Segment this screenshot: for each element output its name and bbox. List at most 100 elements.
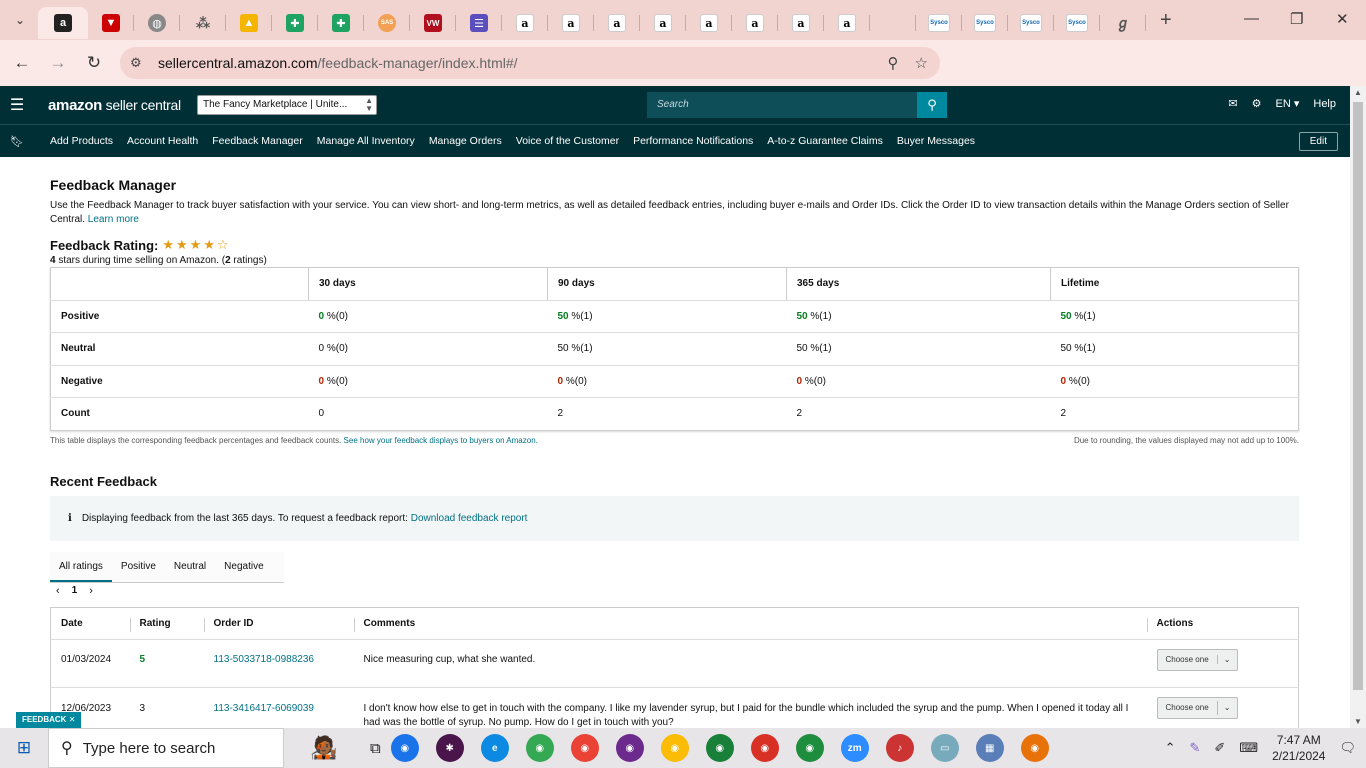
task-view-icon[interactable]: ⧉ xyxy=(370,740,381,757)
browser-tab[interactable]: ✚ xyxy=(318,7,364,39)
chrome-icon[interactable]: ◉ xyxy=(525,734,554,762)
browser-tab[interactable]: Sysco xyxy=(916,7,962,39)
tab-search-chevron-icon[interactable]: ⌄ xyxy=(6,6,34,34)
new-tab-icon[interactable]: + xyxy=(1160,9,1172,32)
tab-all-ratings[interactable]: All ratings xyxy=(50,551,112,582)
close-icon[interactable]: ✕ xyxy=(69,715,76,724)
nav-link-feedback-manager[interactable]: Feedback Manager xyxy=(212,135,302,147)
nav-link-voice-of-the-customer[interactable]: Voice of the Customer xyxy=(516,135,619,147)
feedback-widget-tab[interactable]: FEEDBACK ✕ xyxy=(16,712,82,728)
nav-link-manage-all-inventory[interactable]: Manage All Inventory xyxy=(317,135,415,147)
mail-icon[interactable]: ✉ xyxy=(1228,97,1237,110)
chrome-icon[interactable]: ◉ xyxy=(615,734,644,762)
browser-tab[interactable]: Sysco xyxy=(1008,7,1054,39)
browser-tab[interactable]: a xyxy=(502,7,548,39)
calculator-icon[interactable]: ▦ xyxy=(975,734,1004,762)
prev-page-icon[interactable]: ‹ xyxy=(56,585,60,597)
browser-tab[interactable]: a xyxy=(778,7,824,39)
taskbar-search-box[interactable]: ⚲ Type here to search xyxy=(48,728,284,768)
chrome-icon[interactable]: ◉ xyxy=(750,734,779,762)
tab-neutral[interactable]: Neutral xyxy=(165,551,215,582)
learn-more-link[interactable]: Learn more xyxy=(88,214,139,225)
browser-tab[interactable]: Sysco xyxy=(962,7,1008,39)
chrome-icon[interactable]: ◉ xyxy=(390,734,419,762)
url-bar[interactable]: ⚙ sellercentral.amazon.com/feedback-mana… xyxy=(120,47,940,79)
site-info-icon[interactable]: ⚙ xyxy=(130,55,152,71)
windows-start-icon[interactable]: ⊞ xyxy=(0,738,48,758)
edit-nav-button[interactable]: Edit xyxy=(1298,132,1338,151)
minimize-icon[interactable]: — xyxy=(1244,10,1259,27)
help-link[interactable]: Help xyxy=(1313,98,1336,110)
tray-chevron-icon[interactable]: ⌃ xyxy=(1165,740,1176,756)
browser-tab[interactable]: a xyxy=(732,7,778,39)
browser-tab[interactable]: a xyxy=(548,7,594,39)
search-input[interactable]: Search xyxy=(647,92,917,118)
tab-negative[interactable]: Negative xyxy=(215,551,272,582)
bookmark-icon[interactable]: 🔖︎ xyxy=(0,135,34,148)
slack-icon[interactable]: ✱ xyxy=(435,734,464,762)
scroll-down-icon[interactable]: ▼ xyxy=(1354,717,1362,726)
chrome-icon[interactable]: ◉ xyxy=(1020,734,1049,762)
browser-tab[interactable]: VW xyxy=(410,7,456,39)
current-page[interactable]: 1 xyxy=(72,585,78,596)
restore-icon[interactable]: ❐ xyxy=(1290,10,1303,28)
chrome-icon[interactable]: ◉ xyxy=(795,734,824,762)
browser-tab[interactable]: SAS xyxy=(364,7,410,39)
keyboard-icon[interactable]: ⌨ xyxy=(1239,740,1258,756)
actions-dropdown[interactable]: Choose one ⌄ xyxy=(1156,696,1238,719)
page-scrollbar[interactable]: ▲ ▼ xyxy=(1350,86,1366,728)
browser-tab[interactable] xyxy=(870,7,916,39)
chart-app-icon[interactable]: ♪ xyxy=(885,734,914,762)
zoom-icon[interactable]: zm xyxy=(840,734,869,762)
scroll-up-icon[interactable]: ▲ xyxy=(1354,88,1362,97)
notes-icon[interactable]: ▭ xyxy=(930,734,959,762)
chrome-icon[interactable]: ◉ xyxy=(660,734,689,762)
tab-positive[interactable]: Positive xyxy=(112,551,165,582)
zoom-icon[interactable]: ⚲ xyxy=(888,54,899,72)
url-text[interactable]: sellercentral.amazon.com/feedback-manage… xyxy=(158,55,518,71)
browser-tab[interactable]: ▼ xyxy=(88,7,134,39)
chrome-icon[interactable]: ◉ xyxy=(570,734,599,762)
hamburger-menu-icon[interactable]: ☰ xyxy=(0,95,34,115)
search-highlight-icon[interactable]: 🧑🏾‍🎤︎ xyxy=(284,728,364,768)
browser-tab[interactable]: ✚ xyxy=(272,7,318,39)
close-window-icon[interactable]: ✕ xyxy=(1336,10,1349,28)
search-button[interactable]: ⚲ xyxy=(917,92,947,118)
browser-tab[interactable]: ▲ xyxy=(226,7,272,39)
nav-link-account-health[interactable]: Account Health xyxy=(127,135,198,147)
edge-icon[interactable]: e xyxy=(480,734,509,762)
taskbar-clock[interactable]: 7:47 AM 2/21/2024 xyxy=(1272,732,1325,764)
bookmark-star-icon[interactable]: ☆ xyxy=(915,54,928,72)
nav-link-a-to-z-guarantee-claims[interactable]: A-to-z Guarantee Claims xyxy=(767,135,883,147)
pen-icon[interactable]: ✎ xyxy=(1190,740,1201,756)
chrome-icon[interactable]: ◉ xyxy=(705,734,734,762)
browser-tab[interactable]: Sysco xyxy=(1054,7,1100,39)
browser-tab[interactable]: a xyxy=(38,7,88,39)
order-id-link[interactable]: 113-3416417-6069039 xyxy=(214,703,314,714)
actions-dropdown[interactable]: Choose one ⌄ xyxy=(1156,648,1238,671)
browser-tab[interactable]: ⁂ xyxy=(180,7,226,39)
next-page-icon[interactable]: › xyxy=(89,585,93,597)
scrollbar-thumb[interactable] xyxy=(1353,102,1363,690)
order-id-link[interactable]: 113-5033718-0988236 xyxy=(214,654,314,665)
touch-keyboard-pen-icon[interactable]: ✐ xyxy=(1214,740,1225,756)
download-feedback-report-link[interactable]: Download feedback report xyxy=(411,513,528,524)
browser-tab[interactable]: ☰ xyxy=(456,7,502,39)
browser-tab[interactable]: ◍ xyxy=(134,7,180,39)
nav-link-performance-notifications[interactable]: Performance Notifications xyxy=(633,135,753,147)
browser-tab[interactable]: a xyxy=(594,7,640,39)
reload-icon[interactable]: ↻ xyxy=(76,53,112,73)
browser-tab[interactable]: ℊ xyxy=(1100,7,1146,39)
language-selector[interactable]: EN ▾ xyxy=(1276,97,1300,110)
see-feedback-display-link[interactable]: See how your feedback displays to buyers… xyxy=(344,436,538,445)
back-icon[interactable]: ← xyxy=(4,53,40,73)
nav-link-manage-orders[interactable]: Manage Orders xyxy=(429,135,502,147)
browser-tab[interactable]: a xyxy=(686,7,732,39)
notifications-icon[interactable]: 🗨︎ xyxy=(1339,740,1356,756)
settings-gear-icon[interactable]: ⚙ xyxy=(1252,97,1262,110)
browser-tab[interactable]: a xyxy=(824,7,870,39)
nav-link-buyer-messages[interactable]: Buyer Messages xyxy=(897,135,975,147)
marketplace-selector[interactable]: The Fancy Marketplace | Unite... ▲ ▼ xyxy=(197,95,377,115)
browser-tab[interactable]: a xyxy=(640,7,686,39)
nav-link-add-products[interactable]: Add Products xyxy=(50,135,113,147)
